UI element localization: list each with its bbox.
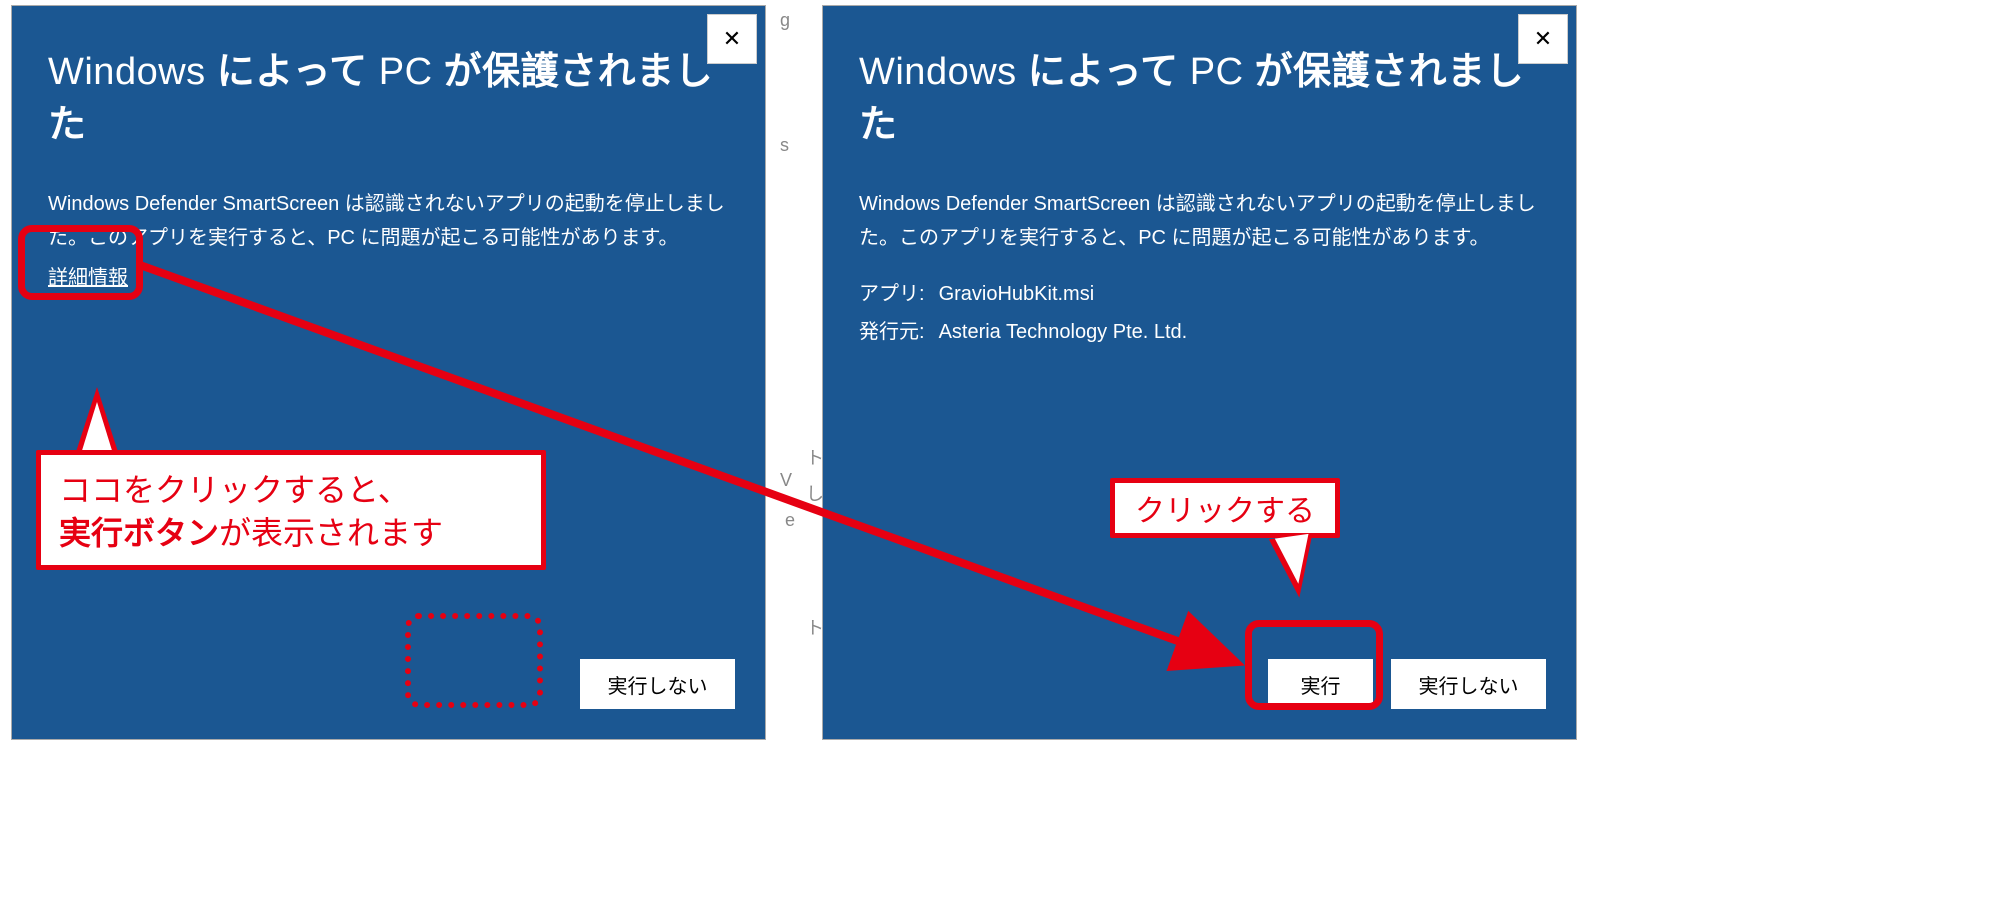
annotation-callout-tail-inner xyxy=(1275,534,1315,586)
title-part: Windows xyxy=(859,51,1028,93)
title-part: PC xyxy=(379,51,444,93)
smartscreen-dialog-right: ✕ Windows によって PC が保護されました Windows Defen… xyxy=(822,5,1577,740)
callout-text-strong: 実行ボタン xyxy=(59,515,219,551)
close-button[interactable]: ✕ xyxy=(1518,14,1568,64)
callout-text: クリックする xyxy=(1135,486,1315,530)
title-part: PC xyxy=(1190,51,1255,93)
title-part: によって xyxy=(217,51,379,93)
close-button[interactable]: ✕ xyxy=(707,14,757,64)
title-part: Windows xyxy=(48,51,217,93)
close-icon: ✕ xyxy=(723,26,741,52)
dialog-body: Windows Defender SmartScreen は認識されないアプリの… xyxy=(823,162,1576,261)
smartscreen-dialog-left: ✕ Windows によって PC が保護されました Windows Defen… xyxy=(11,5,766,740)
dialog-title: Windows によって PC が保護されました xyxy=(12,6,765,162)
title-part: によって xyxy=(1028,51,1190,93)
callout-text: ココをクリックすると、 xyxy=(59,469,523,512)
annotation-highlight-more-info xyxy=(18,225,143,300)
annotation-callout-left: ココをクリックすると、 実行ボタンが表示されます xyxy=(36,450,546,570)
dialog-title: Windows によって PC が保護されました xyxy=(823,6,1576,162)
background-text: s xyxy=(780,135,789,156)
background-text: g xyxy=(780,10,790,31)
annotation-dotted-placeholder xyxy=(405,613,543,708)
background-text: e xyxy=(785,510,795,531)
app-value: GravioHubKit.msi xyxy=(939,275,1095,313)
button-row: 実行しない xyxy=(580,659,735,709)
annotation-callout-tail-inner xyxy=(80,402,114,457)
dont-run-button[interactable]: 実行しない xyxy=(580,659,735,709)
background-text: V xyxy=(780,470,792,491)
publisher-value: Asteria Technology Pte. Ltd. xyxy=(939,313,1188,351)
dont-run-button[interactable]: 実行しない xyxy=(1391,659,1546,709)
annotation-highlight-run xyxy=(1245,620,1383,710)
publisher-label: 発行元: xyxy=(859,313,925,351)
annotation-callout-right: クリックする xyxy=(1110,478,1340,538)
app-label: アプリ: xyxy=(859,275,925,313)
meta-info: アプリ: GravioHubKit.msi 発行元: Asteria Techn… xyxy=(823,261,1576,351)
callout-text: が表示されます xyxy=(219,515,443,551)
close-icon: ✕ xyxy=(1534,26,1552,52)
